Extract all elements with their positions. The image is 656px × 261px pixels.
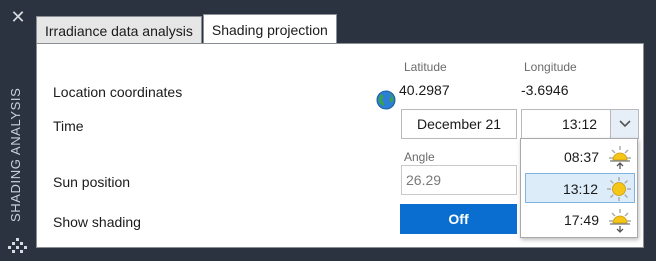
globe-icon: [376, 90, 396, 110]
close-icon[interactable]: ✕: [9, 8, 27, 26]
latitude-value: 40.2987: [399, 82, 450, 98]
side-panel-title: SHADING ANALYSIS: [8, 87, 23, 222]
side-panel-strip: ✕ SHADING ANALYSIS: [0, 0, 36, 261]
time-select-value: 13:12: [562, 116, 598, 132]
sun-icon: [607, 177, 631, 201]
angle-field: 26.29: [401, 165, 517, 195]
time-option[interactable]: 08:37: [525, 142, 635, 172]
show-shading-toggle[interactable]: Off: [400, 204, 517, 234]
time-option[interactable]: 17:49: [525, 205, 635, 235]
tab-shading-projection[interactable]: Shading projection: [202, 14, 337, 44]
latitude-label: Latitude: [404, 60, 447, 74]
time-dropdown-list: 08:37 13:12 17:49: [520, 138, 638, 238]
sun-position-label: Sun position: [53, 174, 131, 190]
sunset-icon: [609, 209, 631, 233]
sunrise-icon: [609, 146, 631, 169]
time-option-label: 13:12: [562, 181, 598, 197]
time-select[interactable]: 13:12: [521, 109, 639, 139]
time-option-label: 08:37: [563, 149, 599, 165]
angle-label: Angle: [404, 150, 435, 164]
time-label: Time: [53, 118, 84, 134]
longitude-label: Longitude: [524, 60, 577, 74]
show-shading-label: Show shading: [53, 214, 141, 230]
time-option-label: 17:49: [563, 212, 599, 228]
longitude-value: -3.6946: [521, 82, 569, 98]
date-field[interactable]: December 21: [401, 109, 517, 139]
chevron-down-icon: [618, 120, 631, 128]
tab-bar: Irradiance data analysis Shading project…: [36, 14, 338, 44]
dropdown-toggle[interactable]: [610, 110, 638, 138]
grip-icon[interactable]: [8, 236, 28, 256]
time-option-selected[interactable]: 13:12: [525, 173, 635, 203]
location-coordinates-label: Location coordinates: [53, 84, 183, 100]
tab-irradiance-data-analysis[interactable]: Irradiance data analysis: [36, 16, 202, 44]
shading-analysis-panel: Irradiance data analysis Shading project…: [36, 12, 652, 254]
